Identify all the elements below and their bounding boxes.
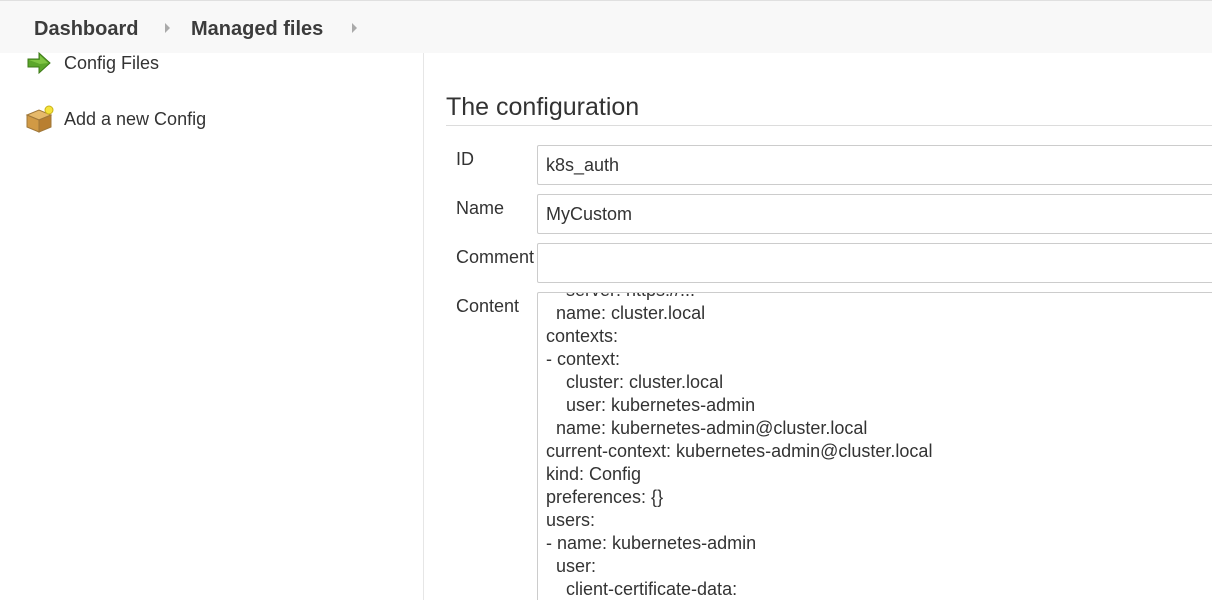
content-line: users: — [546, 510, 596, 530]
name-field[interactable] — [537, 194, 1212, 234]
breadcrumb-managed-files[interactable]: Managed files — [191, 18, 323, 41]
sidebar-item-label[interactable]: Add a new Config — [64, 109, 206, 130]
content-line: user: — [546, 556, 597, 576]
package-icon — [24, 104, 54, 134]
breadcrumb-dashboard[interactable]: Dashboard — [34, 18, 138, 41]
main-panel: The configuration ID Name Comment Conten… — [424, 53, 1212, 600]
green-arrow-icon — [24, 48, 54, 78]
content-line: kind: Config — [546, 464, 642, 484]
content-textarea[interactable]: server: https://... name: cluster.local c… — [537, 292, 1212, 600]
page-title: The configuration — [446, 93, 640, 121]
sidebar: Config Files Add a new Config — [0, 51, 424, 600]
name-label: Name — [456, 198, 505, 218]
id-label: ID — [456, 149, 474, 169]
sidebar-item-add-new-config[interactable]: Add a new Config — [24, 104, 206, 134]
content-line: preferences: {} — [546, 487, 664, 507]
sidebar-item-config-files[interactable]: Config Files — [24, 48, 159, 78]
content-line: name: cluster.local — [546, 303, 706, 323]
content-line: contexts: — [546, 326, 619, 346]
id-field[interactable] — [537, 145, 1212, 185]
content-line: cluster: cluster.local — [546, 372, 724, 392]
content-line: - context: — [546, 349, 621, 369]
content-line: user: kubernetes-admin — [546, 395, 756, 415]
comment-field[interactable] — [537, 243, 1212, 283]
breadcrumb-chevron-icon[interactable] — [165, 23, 170, 33]
breadcrumb-chevron-icon[interactable] — [352, 23, 357, 33]
content-line: current-context: kubernetes-admin@cluste… — [546, 441, 933, 461]
sidebar-item-label[interactable]: Config Files — [64, 53, 159, 74]
content-text: server: https://... name: cluster.local c… — [546, 293, 1212, 600]
content-label: Content — [456, 296, 520, 316]
content-line: name: kubernetes-admin@cluster.local — [546, 418, 868, 438]
comment-label: Comment — [456, 247, 535, 267]
section-divider — [446, 125, 1212, 126]
content-line: client-certificate-data: — [546, 579, 738, 599]
breadcrumb: Dashboard Managed files — [0, 0, 1212, 53]
content-line: server: https://... — [546, 293, 1212, 302]
content-line: - name: kubernetes-admin — [546, 533, 757, 553]
